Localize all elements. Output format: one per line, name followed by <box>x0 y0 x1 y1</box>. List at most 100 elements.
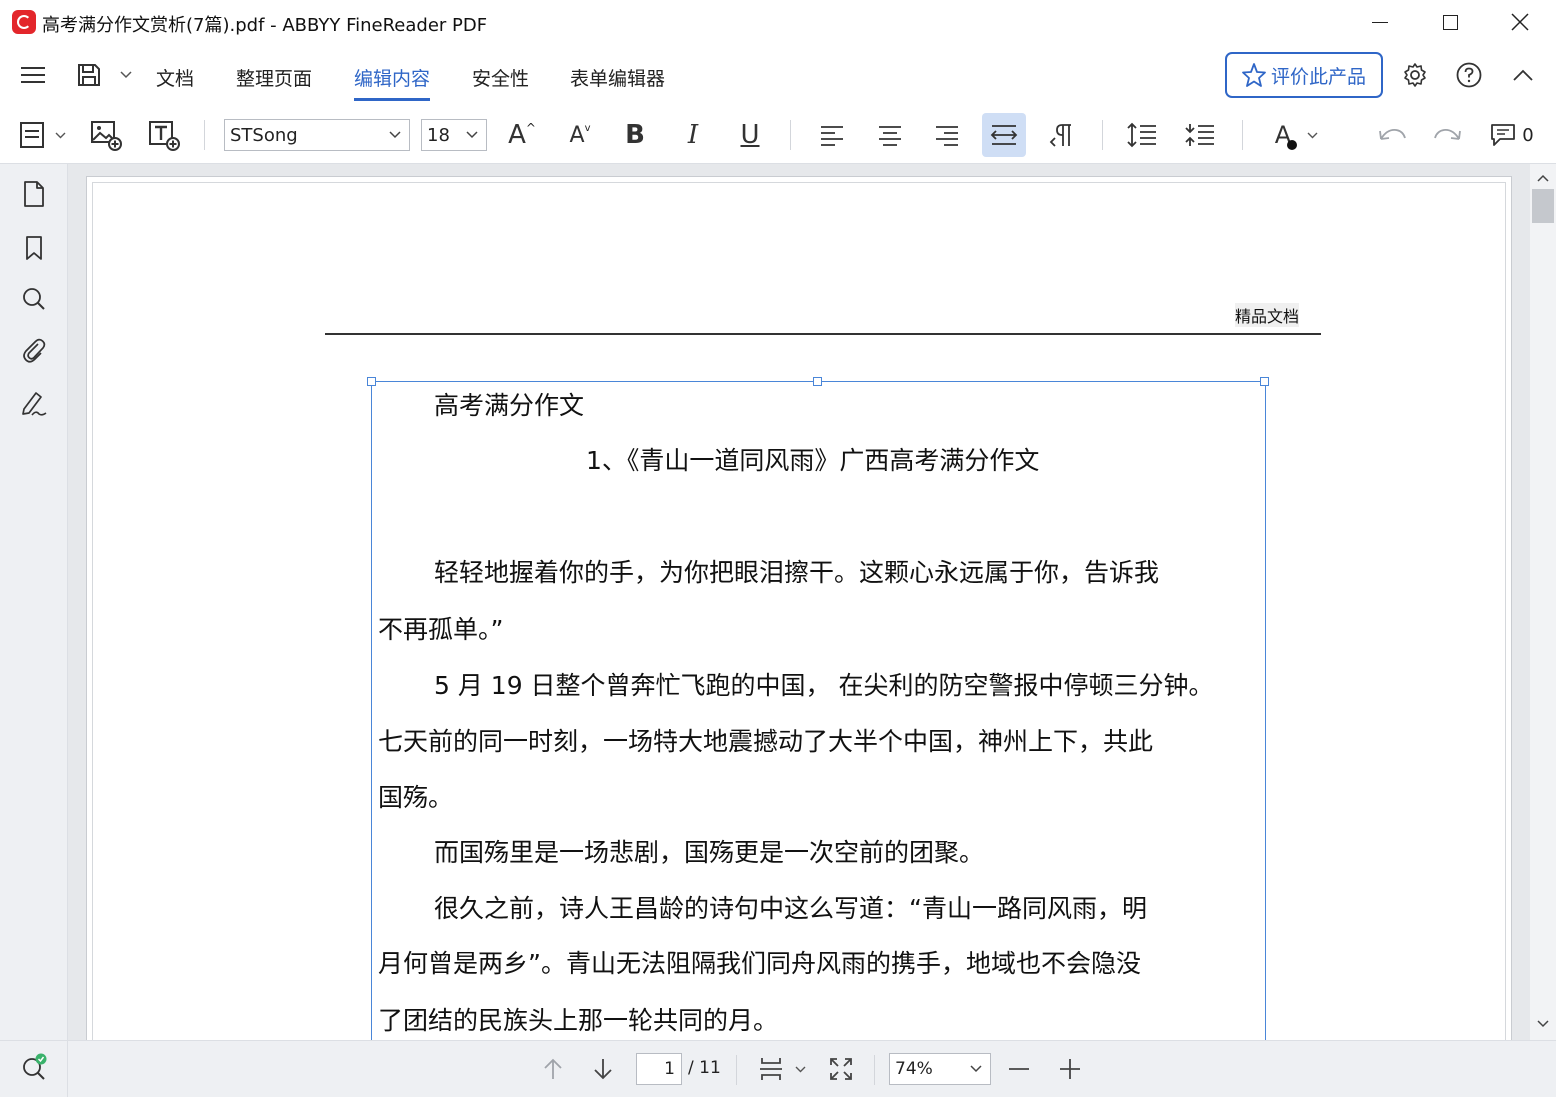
decrease-font-button[interactable]: Av <box>562 119 598 151</box>
signatures-panel-button[interactable] <box>20 389 48 417</box>
doc-line: 了团结的民族头上那一轮共同的月。 <box>378 1006 779 1035</box>
vertical-scrollbar[interactable] <box>1530 164 1556 1040</box>
color-swatch <box>1287 140 1297 150</box>
doc-line-heading: 高考满分作文 <box>434 391 585 420</box>
text-direction-button[interactable] <box>1044 119 1080 151</box>
arrow-up-icon <box>544 1058 562 1079</box>
tab-organize-pages[interactable]: 整理页面 <box>236 64 312 91</box>
underline-button[interactable]: U <box>733 119 767 151</box>
document-viewport[interactable]: 精品文档 高考满分作文 1、《青山一道同风雨》广西高考满分作文 轻轻地握着你的手… <box>68 164 1530 1040</box>
attachments-panel-button[interactable] <box>20 337 48 365</box>
font-family-select[interactable]: STSong <box>224 119 410 151</box>
doc-line: 很久之前，诗人王昌龄的诗句中这么写道：“青山一路同风雨，明 <box>434 894 1147 923</box>
zoom-out-button[interactable] <box>1002 1053 1036 1085</box>
pages-panel-button[interactable] <box>20 180 48 208</box>
close-button[interactable] <box>1490 0 1550 44</box>
resize-handle-top-right[interactable] <box>1260 377 1269 386</box>
text-color-button[interactable]: A <box>1266 119 1300 151</box>
save-button[interactable] <box>74 60 104 90</box>
minimize-button[interactable] <box>1350 0 1410 44</box>
tab-edit-content[interactable]: 编辑内容 <box>354 64 431 101</box>
bold-button[interactable]: B <box>618 119 652 151</box>
italic-button[interactable]: I <box>676 119 710 151</box>
doc-line-article-title: 1、《青山一道同风雨》广西高考满分作文 <box>586 446 1040 475</box>
gear-icon <box>1404 63 1426 87</box>
total-pages-label: / 11 <box>688 1058 721 1078</box>
maximize-button[interactable] <box>1420 0 1480 44</box>
text-block-dropdown[interactable] <box>50 119 70 151</box>
bookmarks-panel-button[interactable] <box>20 234 48 262</box>
save-dropdown-button[interactable] <box>112 60 140 90</box>
previous-page-button[interactable] <box>536 1053 570 1085</box>
align-left-button[interactable] <box>814 119 850 151</box>
search-icon <box>23 288 45 310</box>
add-text-button[interactable] <box>146 119 182 151</box>
text-block-button[interactable] <box>14 119 50 151</box>
header-rule <box>325 333 1321 335</box>
chevron-down-icon <box>1307 132 1317 138</box>
font-size-select[interactable]: 18 <box>421 119 487 151</box>
fit-to-page-icon <box>830 1058 852 1080</box>
resize-handle-top-left[interactable] <box>367 377 376 386</box>
help-button[interactable] <box>1454 60 1484 90</box>
doc-line: 不再孤单。” <box>378 615 504 644</box>
help-icon <box>1456 62 1482 88</box>
tab-security[interactable]: 安全性 <box>472 64 529 91</box>
current-page-input[interactable]: 1 <box>636 1053 682 1085</box>
rate-product-label: 评价此产品 <box>1271 65 1367 88</box>
pdf-page: 精品文档 高考满分作文 1、《青山一道同风雨》广西高考满分作文 轻轻地握着你的手… <box>86 176 1512 1040</box>
add-image-button[interactable] <box>88 119 124 151</box>
selected-text-block[interactable]: 高考满分作文 1、《青山一道同风雨》广西高考满分作文 轻轻地握着你的手，为你把眼… <box>367 377 1269 1040</box>
add-image-icon <box>91 121 122 151</box>
align-right-button[interactable] <box>929 119 965 151</box>
increase-font-button[interactable]: A ^ <box>504 119 540 151</box>
bookmark-icon <box>26 236 42 260</box>
decrease-font-icon: A <box>569 122 585 148</box>
justify-icon <box>990 125 1018 145</box>
undo-button[interactable] <box>1374 119 1410 151</box>
text-color-dropdown[interactable] <box>1302 119 1322 151</box>
chevron-down-icon <box>120 71 132 79</box>
underline-icon: U <box>740 120 760 150</box>
redo-button[interactable] <box>1430 119 1466 151</box>
page-layout-button[interactable] <box>754 1053 788 1085</box>
next-page-button[interactable] <box>586 1053 620 1085</box>
font-size-value: 18 <box>427 124 450 146</box>
tab-document[interactable]: 文档 <box>156 64 194 91</box>
zoom-select[interactable]: 74% <box>889 1053 991 1085</box>
page-layout-dropdown[interactable] <box>790 1053 810 1085</box>
hamburger-menu-button[interactable] <box>18 60 48 90</box>
doc-line: 5 月 19 日整个曾奔忙飞跑的中国， 在尖利的防空警报中停顿三分钟。 <box>434 671 1214 700</box>
comments-button[interactable]: 0 <box>1488 119 1536 151</box>
fit-page-button[interactable] <box>824 1053 858 1085</box>
caret-up-mark: ^ <box>525 121 536 135</box>
search-panel-button[interactable] <box>20 285 48 313</box>
resize-handle-top-center[interactable] <box>813 377 822 386</box>
plus-icon <box>1060 1059 1080 1079</box>
chevron-down-icon <box>795 1066 805 1072</box>
zoom-in-button[interactable] <box>1053 1053 1087 1085</box>
chevron-down-icon <box>466 131 478 139</box>
paragraph-spacing-button[interactable] <box>1182 119 1218 151</box>
page-header-text[interactable]: 精品文档 <box>1235 303 1300 327</box>
navigation-divider <box>736 1055 737 1085</box>
left-sidebar <box>0 164 68 1097</box>
tab-form-editor[interactable]: 表单编辑器 <box>570 64 665 91</box>
scroll-up-button[interactable] <box>1535 170 1551 186</box>
chevron-up-icon <box>1513 69 1533 81</box>
collapse-ribbon-button[interactable] <box>1508 60 1538 90</box>
text-block-icon <box>20 122 44 148</box>
ocr-status-button[interactable] <box>20 1053 50 1083</box>
scroll-down-button[interactable] <box>1535 1016 1551 1032</box>
justify-button[interactable] <box>982 113 1026 157</box>
pen-signature-icon <box>22 392 47 416</box>
rate-product-button[interactable]: 评价此产品 <box>1225 52 1383 98</box>
chevron-down-icon <box>1537 1020 1549 1028</box>
align-center-button[interactable] <box>872 119 908 151</box>
page-icon <box>24 181 44 207</box>
scroll-thumb[interactable] <box>1532 189 1554 223</box>
bold-icon: B <box>625 120 645 150</box>
page-layout-icon <box>760 1058 782 1080</box>
line-spacing-button[interactable] <box>1124 119 1160 151</box>
settings-button[interactable] <box>1400 60 1430 90</box>
